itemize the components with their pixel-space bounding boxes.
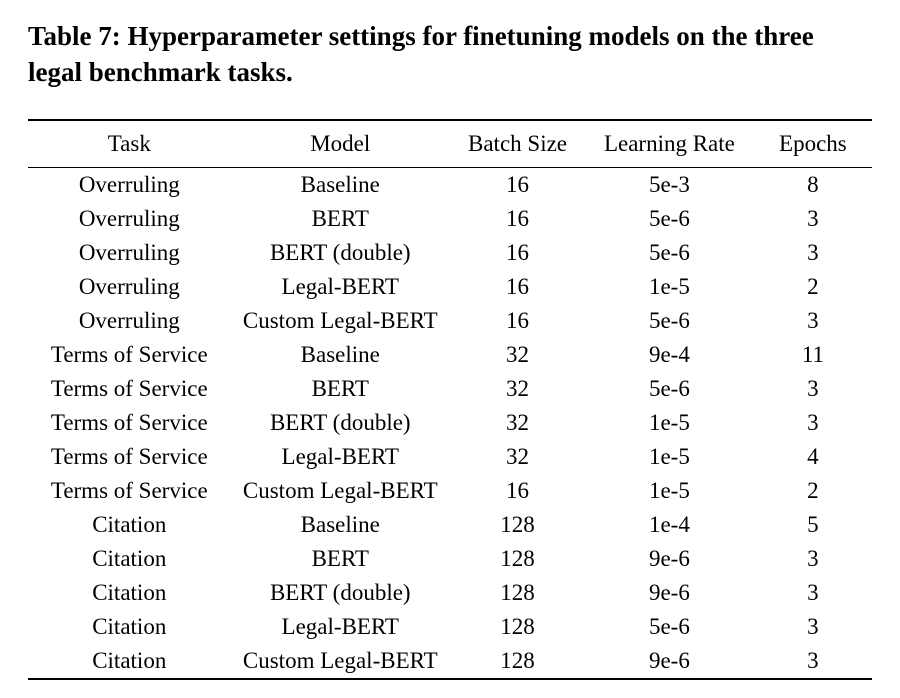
cell-task: Citation: [28, 508, 231, 542]
table-row: Terms of Service Legal-BERT 32 1e-5 4: [28, 440, 872, 474]
cell-task: Overruling: [28, 270, 231, 304]
cell-epochs: 3: [754, 610, 872, 644]
cell-lr: 5e-6: [585, 372, 754, 406]
table-row: Terms of Service BERT (double) 32 1e-5 3: [28, 406, 872, 440]
cell-task: Citation: [28, 644, 231, 679]
cell-model: Custom Legal-BERT: [231, 644, 450, 679]
cell-batch: 16: [450, 167, 585, 202]
cell-batch: 16: [450, 202, 585, 236]
cell-epochs: 3: [754, 202, 872, 236]
table-row: Terms of Service Custom Legal-BERT 16 1e…: [28, 474, 872, 508]
cell-batch: 128: [450, 610, 585, 644]
cell-model: Custom Legal-BERT: [231, 474, 450, 508]
cell-epochs: 3: [754, 644, 872, 679]
table-row: Citation Custom Legal-BERT 128 9e-6 3: [28, 644, 872, 679]
table-row: Citation BERT (double) 128 9e-6 3: [28, 576, 872, 610]
table-row: Overruling BERT 16 5e-6 3: [28, 202, 872, 236]
table-row: Citation Legal-BERT 128 5e-6 3: [28, 610, 872, 644]
cell-task: Overruling: [28, 304, 231, 338]
cell-model: Baseline: [231, 167, 450, 202]
cell-model: Baseline: [231, 338, 450, 372]
cell-batch: 16: [450, 270, 585, 304]
cell-epochs: 3: [754, 372, 872, 406]
cell-lr: 9e-6: [585, 576, 754, 610]
cell-lr: 5e-6: [585, 304, 754, 338]
cell-model: Legal-BERT: [231, 610, 450, 644]
cell-model: Legal-BERT: [231, 440, 450, 474]
cell-epochs: 3: [754, 236, 872, 270]
col-header-epochs: Epochs: [754, 120, 872, 168]
cell-task: Terms of Service: [28, 440, 231, 474]
cell-batch: 16: [450, 236, 585, 270]
cell-model: BERT: [231, 372, 450, 406]
cell-batch: 32: [450, 372, 585, 406]
table-row: Terms of Service Baseline 32 9e-4 11: [28, 338, 872, 372]
cell-lr: 5e-6: [585, 236, 754, 270]
cell-lr: 1e-4: [585, 508, 754, 542]
table-row: Citation BERT 128 9e-6 3: [28, 542, 872, 576]
table-row: Overruling Legal-BERT 16 1e-5 2: [28, 270, 872, 304]
cell-task: Overruling: [28, 167, 231, 202]
cell-batch: 32: [450, 338, 585, 372]
cell-lr: 9e-4: [585, 338, 754, 372]
cell-lr: 1e-5: [585, 474, 754, 508]
cell-lr: 5e-6: [585, 610, 754, 644]
cell-task: Terms of Service: [28, 474, 231, 508]
cell-epochs: 2: [754, 270, 872, 304]
cell-model: Legal-BERT: [231, 270, 450, 304]
cell-task: Terms of Service: [28, 406, 231, 440]
table-body: Overruling Baseline 16 5e-3 8 Overruling…: [28, 167, 872, 679]
cell-epochs: 2: [754, 474, 872, 508]
table-row: Overruling Baseline 16 5e-3 8: [28, 167, 872, 202]
cell-lr: 5e-3: [585, 167, 754, 202]
cell-model: BERT: [231, 542, 450, 576]
cell-model: BERT (double): [231, 406, 450, 440]
cell-batch: 16: [450, 304, 585, 338]
table-row: Overruling Custom Legal-BERT 16 5e-6 3: [28, 304, 872, 338]
cell-task: Overruling: [28, 236, 231, 270]
cell-task: Terms of Service: [28, 338, 231, 372]
col-header-lr: Learning Rate: [585, 120, 754, 168]
col-header-task: Task: [28, 120, 231, 168]
col-header-model: Model: [231, 120, 450, 168]
cell-task: Overruling: [28, 202, 231, 236]
cell-batch: 128: [450, 542, 585, 576]
cell-model: Custom Legal-BERT: [231, 304, 450, 338]
cell-task: Citation: [28, 610, 231, 644]
cell-epochs: 4: [754, 440, 872, 474]
cell-task: Citation: [28, 542, 231, 576]
cell-lr: 1e-5: [585, 440, 754, 474]
cell-epochs: 11: [754, 338, 872, 372]
table-row: Overruling BERT (double) 16 5e-6 3: [28, 236, 872, 270]
table-row: Terms of Service BERT 32 5e-6 3: [28, 372, 872, 406]
cell-lr: 9e-6: [585, 644, 754, 679]
cell-model: BERT: [231, 202, 450, 236]
cell-task: Citation: [28, 576, 231, 610]
col-header-batch: Batch Size: [450, 120, 585, 168]
table-header-row: Task Model Batch Size Learning Rate Epoc…: [28, 120, 872, 168]
cell-batch: 128: [450, 508, 585, 542]
cell-lr: 5e-6: [585, 202, 754, 236]
cell-epochs: 5: [754, 508, 872, 542]
table-row: Citation Baseline 128 1e-4 5: [28, 508, 872, 542]
cell-epochs: 3: [754, 542, 872, 576]
cell-batch: 32: [450, 406, 585, 440]
cell-lr: 9e-6: [585, 542, 754, 576]
cell-model: BERT (double): [231, 236, 450, 270]
cell-batch: 32: [450, 440, 585, 474]
cell-model: Baseline: [231, 508, 450, 542]
cell-batch: 16: [450, 474, 585, 508]
cell-epochs: 3: [754, 576, 872, 610]
cell-batch: 128: [450, 644, 585, 679]
cell-epochs: 8: [754, 167, 872, 202]
hyperparameter-table: Task Model Batch Size Learning Rate Epoc…: [28, 119, 872, 680]
table-caption: Table 7: Hyperparameter settings for fin…: [28, 18, 872, 91]
cell-lr: 1e-5: [585, 270, 754, 304]
cell-task: Terms of Service: [28, 372, 231, 406]
cell-epochs: 3: [754, 304, 872, 338]
cell-lr: 1e-5: [585, 406, 754, 440]
cell-model: BERT (double): [231, 576, 450, 610]
cell-epochs: 3: [754, 406, 872, 440]
cell-batch: 128: [450, 576, 585, 610]
